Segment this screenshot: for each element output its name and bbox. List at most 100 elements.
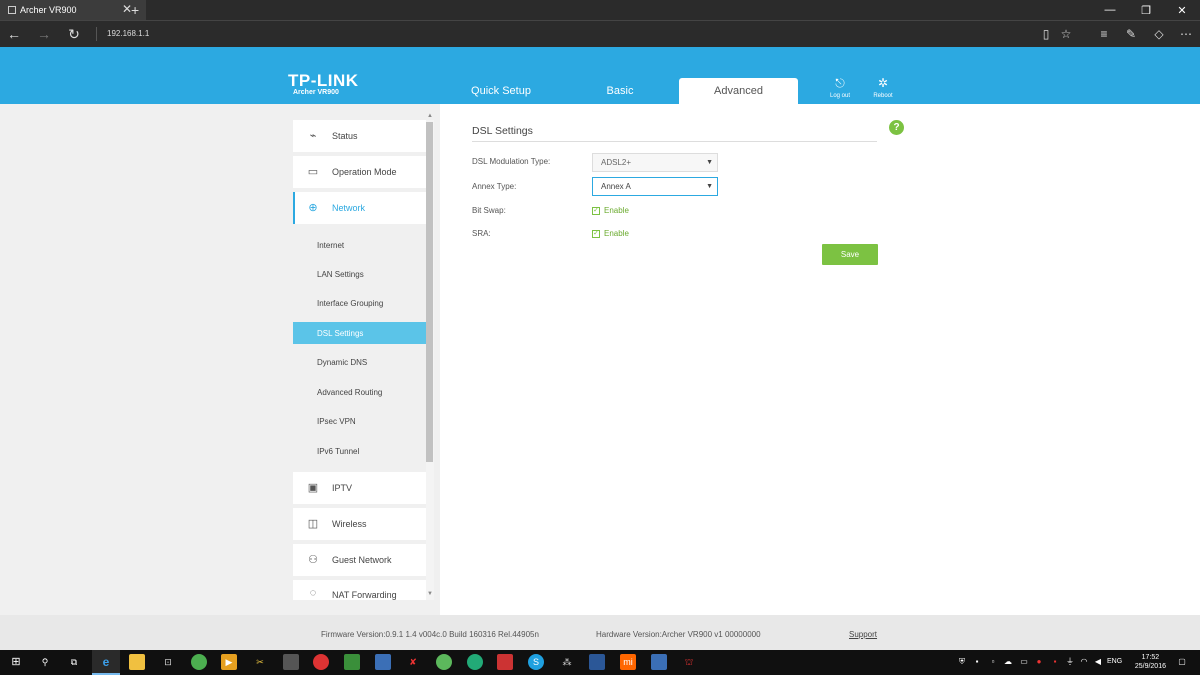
checkmark-icon: ✓ — [592, 206, 600, 215]
app-icon[interactable]: ✂ — [252, 654, 268, 670]
tab-advanced[interactable]: Advanced — [679, 78, 798, 104]
scroll-down-arrow-icon[interactable]: ▼ — [426, 591, 434, 597]
store-icon[interactable]: ⊡ — [160, 654, 176, 670]
sub-item-advanced-routing[interactable]: Advanced Routing — [293, 381, 426, 403]
app-icon[interactable] — [651, 654, 667, 670]
logout-button[interactable]: ⎋ Log out — [825, 77, 855, 99]
sidebar-item-label: IPTV — [332, 483, 353, 493]
sub-item-interface-grouping[interactable]: Interface Grouping — [293, 292, 426, 314]
dsl-modulation-label: DSL Modulation Type: — [472, 157, 551, 166]
tv-icon: ▣ — [307, 482, 319, 494]
support-link[interactable]: Support — [849, 630, 877, 639]
app-icon[interactable] — [313, 654, 329, 670]
reboot-button[interactable]: ✲ Reboot — [868, 77, 898, 99]
sidebar-item-nat-forwarding[interactable]: ◌ NAT Forwarding — [293, 580, 426, 600]
app-icon[interactable] — [467, 654, 483, 670]
new-tab-button[interactable]: + — [131, 0, 139, 20]
browser-tab[interactable]: Archer VR900 ✕ — [0, 0, 146, 20]
footer: Firmware Version:0.9.1 1.4 v004c.0 Build… — [0, 615, 1200, 650]
popcorn-icon[interactable]: ⛫ — [681, 654, 697, 670]
file-explorer-icon[interactable] — [129, 654, 145, 670]
annex-type-select[interactable]: Annex A ▼ — [592, 177, 718, 196]
share-icon[interactable]: ◇ — [1150, 26, 1168, 42]
utorrent-icon[interactable] — [436, 654, 452, 670]
sidebar-item-operation-mode[interactable]: ▭ Operation Mode — [293, 156, 426, 188]
title-divider — [472, 141, 877, 142]
media-player-icon[interactable]: ▶ — [221, 654, 237, 670]
tab-basic[interactable]: Basic — [561, 78, 679, 104]
chevron-down-icon: ▼ — [706, 183, 713, 190]
tray-icon[interactable]: ▭ — [1019, 657, 1029, 667]
cloud-tray-icon[interactable]: ☁ — [1003, 657, 1013, 667]
tab-title: Archer VR900 — [20, 5, 77, 15]
sidebar-item-wireless[interactable]: ◫ Wireless — [293, 508, 426, 540]
sidebar-scroll-thumb[interactable] — [426, 122, 433, 462]
sidebar-item-status[interactable]: ⌁ Status — [293, 120, 426, 152]
app-icon[interactable] — [375, 654, 391, 670]
save-button[interactable]: Save — [822, 244, 878, 265]
sra-label: SRA: — [472, 229, 491, 238]
sub-item-ipsec-vpn[interactable]: IPsec VPN — [293, 410, 426, 432]
page-title: DSL Settings — [472, 125, 533, 137]
wifi-tray-icon[interactable]: ◠ — [1079, 657, 1089, 667]
favorite-star-icon[interactable]: ☆ — [1057, 26, 1075, 42]
app-icon[interactable]: ✘ — [405, 654, 421, 670]
edge-icon[interactable]: e — [98, 654, 114, 670]
model-name: Archer VR900 — [293, 89, 339, 96]
guests-icon: ⚇ — [308, 554, 318, 566]
sidebar-item-guest-network[interactable]: ⚇ Guest Network — [293, 544, 426, 576]
language-indicator[interactable]: ENG — [1107, 658, 1122, 665]
forward-icon[interactable]: → — [34, 25, 54, 43]
tray-icon[interactable]: ▪ — [1050, 657, 1060, 667]
tray-icon[interactable]: ▫ — [988, 657, 998, 667]
task-view-icon[interactable]: ⧉ — [66, 654, 82, 670]
hub-icon[interactable]: ≡ — [1095, 26, 1113, 42]
dsl-modulation-select[interactable]: ADSL2+ ▼ — [592, 153, 718, 172]
restore-button[interactable]: ❐ — [1128, 0, 1164, 20]
help-icon[interactable]: ? — [889, 120, 904, 135]
usb-tray-icon[interactable]: ⏚ — [1065, 657, 1075, 667]
back-icon[interactable]: ← — [4, 25, 24, 43]
chrome-icon[interactable] — [191, 654, 207, 670]
search-icon[interactable]: ⚲ — [37, 654, 53, 670]
notifications-icon[interactable]: ▢ — [1177, 657, 1187, 667]
clock-date: 25/9/2016 — [1134, 663, 1166, 670]
sub-item-dynamic-dns[interactable]: Dynamic DNS — [293, 351, 426, 373]
volume-icon[interactable]: ◀ — [1093, 657, 1103, 667]
sub-item-ipv6-tunnel[interactable]: IPv6 Tunnel — [293, 440, 426, 462]
sidebar-item-label: Operation Mode — [332, 167, 397, 177]
sra-checkbox[interactable]: ✓ Enable — [592, 229, 629, 238]
sub-item-internet[interactable]: Internet — [293, 234, 426, 256]
url-field[interactable]: 192.168.1.1 — [107, 29, 149, 38]
sidebar-item-iptv[interactable]: ▣ IPTV — [293, 472, 426, 504]
sidebar-item-network[interactable]: ⊕ Network — [293, 192, 426, 224]
sub-item-lan-settings[interactable]: LAN Settings — [293, 263, 426, 285]
game-icon[interactable] — [283, 654, 299, 670]
tray-icon[interactable]: ▪ — [972, 657, 982, 667]
minimize-button[interactable]: — — [1092, 0, 1128, 20]
shield-tray-icon[interactable]: ⛨ — [957, 657, 967, 667]
tray-icon[interactable]: ● — [1034, 657, 1044, 667]
app-icon[interactable] — [589, 654, 605, 670]
bit-swap-checkbox[interactable]: ✓ Enable — [592, 206, 629, 215]
reboot-label: Reboot — [873, 93, 893, 99]
annex-type-label: Annex Type: — [472, 182, 517, 191]
mi-icon[interactable]: mi — [620, 654, 636, 670]
app-icon[interactable] — [497, 654, 513, 670]
scroll-up-arrow-icon[interactable]: ▲ — [426, 113, 434, 119]
hardware-version: Hardware Version:Archer VR900 v1 0000000… — [596, 630, 761, 639]
tab-quick-setup[interactable]: Quick Setup — [441, 78, 561, 104]
close-window-button[interactable]: ✕ — [1164, 0, 1200, 20]
chevron-down-icon: ▼ — [706, 159, 713, 166]
reading-view-icon[interactable]: ▯ — [1037, 26, 1055, 42]
more-icon[interactable]: ⋯ — [1177, 26, 1195, 42]
sub-item-dsl-settings[interactable]: DSL Settings — [293, 322, 426, 344]
blackberry-icon[interactable]: ⁂ — [559, 654, 575, 670]
skype-icon[interactable]: S — [528, 654, 544, 670]
windows-start-icon[interactable]: ⊞ — [8, 654, 24, 670]
logout-icon: ⎋ — [835, 76, 845, 90]
clock[interactable]: 17:52 25/9/2016 — [1135, 653, 1166, 671]
web-note-icon[interactable]: ✎ — [1122, 26, 1140, 42]
refresh-icon[interactable]: ↻ — [64, 25, 84, 43]
app-icon[interactable] — [344, 654, 360, 670]
